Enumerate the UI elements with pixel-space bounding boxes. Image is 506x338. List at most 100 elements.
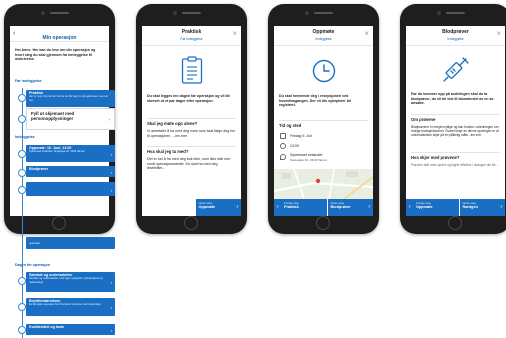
card-attendance[interactable]: Oppmøte: 10. Juni, 13.00 Sykehuset innla… — [26, 145, 115, 162]
close-icon[interactable]: × — [232, 29, 237, 38]
top-bar: Oppmøte Innleggelse × — [274, 26, 373, 46]
section-day-of-operation: Dagen for operasjon — [15, 263, 50, 267]
page-title: Oppmøte — [312, 29, 335, 35]
page-subtitle: Før innleggelse — [180, 37, 203, 41]
close-icon[interactable]: × — [496, 29, 501, 38]
next-step-button[interactable]: Neste steg Røntgen › — [459, 199, 505, 216]
next-step-label: Neste steg — [198, 201, 212, 205]
back-chevron-icon[interactable]: ‹ — [13, 29, 15, 38]
chevron-right-icon: › — [110, 187, 112, 193]
phone-frame-2: Praktisk Før innleggelse × Du skal legge… — [136, 4, 247, 234]
question-heading: Hva skal jeg ta med? — [147, 149, 189, 154]
nav-spacer — [142, 199, 195, 216]
previous-step-label: Forrige steg — [416, 201, 431, 205]
chevron-right-icon: › — [236, 204, 238, 210]
card-breast-augmentation[interactable]: Brystforstørrelsen En kirurgisk operasjo… — [26, 298, 115, 316]
card-next-step[interactable]: › — [26, 182, 115, 196]
syringe-icon — [406, 56, 505, 84]
card-title: Blodprøver — [29, 167, 49, 171]
paragraph-text: Prøvene står med sporet og lagrer effekt… — [411, 163, 498, 167]
phone-camera — [437, 11, 441, 15]
paragraph-text: Blodprøvene er meget nyttige og kan bruk… — [411, 125, 499, 137]
timeline-dot — [18, 303, 26, 311]
phone-speaker — [50, 12, 69, 14]
timeline-dot — [18, 326, 26, 334]
chevron-right-icon: › — [110, 280, 112, 285]
divider — [147, 118, 236, 119]
timeline-dot — [18, 94, 26, 102]
screen-blood-tests: Blodprøver Innleggelse × Før du kommer o… — [406, 26, 505, 216]
chevron-right-icon: › — [368, 204, 370, 210]
card-personal-info-form[interactable]: Fyll ut skjemaet med personopplysninger … — [26, 108, 115, 130]
top-bar: ‹ Min operasjon — [10, 26, 109, 42]
next-step-button[interactable]: Neste steg Blodprøver › — [327, 199, 373, 216]
timeline-dot — [18, 150, 26, 158]
phone-frame-1: ‹ Min operasjon Hei Anne. Her kan du les… — [4, 4, 115, 338]
date-text: Fredag 9. Juli — [290, 134, 312, 138]
timeline-dot — [18, 115, 26, 123]
answer-text: Vi anbefaler å ha med deg noen som skal … — [147, 129, 236, 138]
phone-frame-3: Oppmøte Innleggelse × Du skal henvende d… — [268, 4, 379, 234]
map-view[interactable] — [274, 169, 373, 199]
chevron-right-icon: › — [500, 204, 502, 210]
card-subtitle: En kirurgisk operasjon for å forstørre b… — [29, 303, 102, 307]
close-icon[interactable]: × — [364, 29, 369, 38]
place-name: Sykehuset innlandet — [290, 153, 323, 157]
place-address: Skolegata 32, 2318 Hamar — [290, 158, 327, 162]
previous-step-button[interactable]: ‹ Forrige steg Praktisk — [274, 199, 327, 216]
phone-speaker — [314, 12, 333, 14]
card-practical[interactable]: Praktisk Her er noen ting du bør vite fø… — [26, 90, 115, 107]
next-step-label: Neste steg — [462, 201, 476, 205]
section-heading: Hva skjer med prøvene? — [411, 155, 460, 160]
next-step-title: Oppmøte — [198, 205, 216, 210]
chevron-left-icon: ‹ — [277, 204, 279, 210]
card-subtitle: Her er noen ting du bør vite før du blir… — [29, 95, 109, 102]
timeline-dot — [18, 186, 26, 194]
phone-camera — [41, 11, 45, 15]
body-text: Du skal legges inn dagen før operasjon o… — [147, 94, 230, 103]
bottom-navigation: Neste steg Oppmøte › — [142, 199, 241, 216]
chevron-right-icon: › — [110, 151, 112, 157]
page-title: Min operasjon — [42, 35, 77, 41]
time-text: 13:00 — [290, 144, 299, 148]
screen-practical: Praktisk Før innleggelse × Du skal legge… — [142, 26, 241, 216]
previous-step-title: Praktisk — [284, 205, 299, 210]
page-subtitle: Innleggelse — [447, 37, 464, 41]
next-step-label: Neste steg — [330, 201, 344, 205]
card-blood-tests[interactable]: Blodprøver › — [26, 166, 115, 177]
section-before-admission: Før innleggelse — [15, 79, 42, 83]
card-quality-and-fasting[interactable]: Kvalitetsfull og faste › — [26, 324, 115, 335]
question-heading: Skal jeg møte opp alene? — [147, 121, 198, 126]
divider — [147, 146, 236, 147]
intro-text: Hei Anne. Her kan du lese om din operasj… — [15, 48, 96, 62]
section-admission: Innleggelse — [15, 135, 35, 139]
divider — [279, 120, 368, 121]
next-step-button[interactable]: Neste steg Oppmøte › — [195, 199, 241, 216]
clock-icon — [274, 59, 373, 83]
card-subtitle: oppmøtet — [29, 242, 40, 245]
top-bar: Praktisk Før innleggelse × — [142, 26, 241, 46]
top-bar: Blodprøver Innleggelse × — [406, 26, 505, 46]
card-title: Fyll ut skjemaet med personopplysninger — [31, 111, 75, 122]
previous-step-button[interactable]: ‹ Forrige steg Oppmøte — [406, 199, 459, 216]
section-heading: Om prøvene — [411, 117, 436, 122]
home-button — [316, 216, 330, 230]
chevron-right-icon: › — [108, 116, 111, 122]
phone-camera — [173, 11, 177, 15]
calendar-icon — [280, 133, 286, 139]
phone-camera — [305, 11, 309, 15]
body-text: Før du kommer opp på avdelingen skal du … — [411, 92, 494, 106]
page-title: Blodprøver — [442, 29, 469, 35]
previous-step-title: Oppmøte — [416, 205, 433, 210]
phone-speaker — [446, 12, 465, 14]
card-consultation[interactable]: Samtale og undersøkelse Samtale og under… — [26, 272, 115, 292]
chevron-right-icon: › — [110, 170, 112, 176]
phone-speaker — [182, 12, 201, 14]
chevron-right-icon: › — [110, 305, 112, 311]
timeline-dot — [18, 169, 26, 177]
chevron-left-icon: ‹ — [409, 204, 411, 210]
divider — [411, 114, 500, 115]
card-subtitle: Samtale og undersøkelse med lege, sykepl… — [29, 277, 103, 284]
card-attendance-cont[interactable]: oppmøtet — [26, 237, 115, 249]
location-pin-icon — [280, 154, 286, 160]
